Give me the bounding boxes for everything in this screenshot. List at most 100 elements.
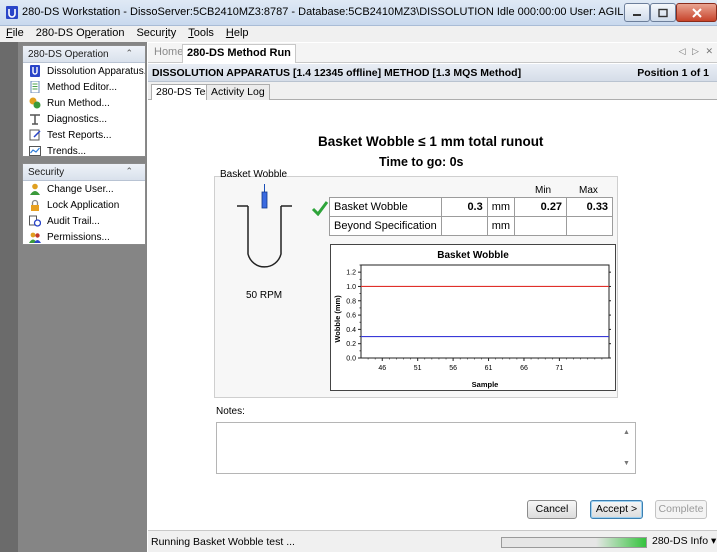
method-header-text: DISSOLUTION APPARATUS [1.4 12345 offline… [152,67,522,79]
audit-trail-icon [29,215,41,227]
row-max [566,216,614,236]
y-tick-label: 0.0 [346,356,356,363]
y-tick-label: 0.4 [346,327,356,334]
run-method-icon [29,97,41,109]
tab-home[interactable]: Home [154,46,183,58]
x-tick-label: 51 [414,365,422,372]
security-panel-header[interactable]: Security ⌃ [23,164,145,181]
sidebar-item-diagnostics[interactable]: Diagnostics... [23,111,145,127]
max-header: Max [579,185,598,196]
row-min [514,216,568,236]
x-tick-label: 56 [449,365,457,372]
position-indicator: Position 1 of 1 [637,67,709,79]
security-panel: Security ⌃ Change User... Lock Applicati… [22,163,146,245]
sidebar-item-permissions[interactable]: Permissions... [23,229,145,245]
scroll-down-icon[interactable]: ▼ [623,460,630,467]
window-title: 280-DS Workstation - DissoServer:5CB2410… [22,6,701,18]
menu-file[interactable]: File [0,26,30,42]
permissions-icon [29,232,41,243]
chart-xlabel: Sample [472,380,499,389]
table-row: Basket Wobble 0.3 mm 0.27 0.33 [329,197,614,217]
minimize-button[interactable] [624,3,650,22]
group-label: Basket Wobble [220,169,288,180]
sidebar-item-dissolution-apparatus[interactable]: Dissolution Apparatus... [23,63,145,79]
notes-textarea[interactable] [216,422,636,474]
user-icon [30,183,40,195]
apparatus-icon [30,65,40,77]
tab-activity-log[interactable]: Activity Log [206,84,270,100]
close-button[interactable] [676,3,717,22]
sidebar-item-method-editor[interactable]: Method Editor... [23,79,145,95]
chart-ylabel: Wobble (mm) [333,295,342,343]
row-min: 0.27 [514,197,568,217]
basket-wobble-chart: Basket Wobble Sample Wobble (mm) 0.0 0.2 0… [333,250,611,389]
basket-shaft-icon [261,184,268,209]
y-tick-label: 1.2 [346,270,356,277]
y-tick-label: 1.0 [346,284,356,291]
table-row: Beyond Specification mm [329,216,614,236]
scroll-up-icon[interactable]: ▲ [623,429,630,436]
close-icon [691,7,702,18]
row-unit: mm [486,197,516,217]
chart-title: Basket Wobble [437,250,509,261]
info-dropdown[interactable]: 280-DS Info ▾ [652,535,716,547]
window-title-bar[interactable]: 280-DS Workstation - DissoServer:5CB2410… [0,0,717,26]
tab-method-run[interactable]: 280-DS Method Run [182,44,296,63]
status-bar: Running Basket Wobble test ... 280-DS In… [148,530,717,552]
menu-operation[interactable]: 280-DS Operation [30,26,131,42]
x-tick-label: 46 [378,365,386,372]
notes-scrollbar[interactable]: ▲ ▼ [619,423,635,473]
complete-button[interactable]: Complete [655,500,707,519]
progress-fill [595,538,646,547]
method-header: DISSOLUTION APPARATUS [1.4 12345 offline… [148,64,717,82]
lock-icon [31,199,39,211]
document-tab-strip: Home 280-DS Method Run ◁ ▷ ✕ [148,43,717,63]
operation-panel: 280-DS Operation ⌃ Dissolution Apparatus… [22,45,146,157]
row-label: Basket Wobble [329,197,442,217]
chart-panel: Basket Wobble Sample Wobble (mm) 0.0 0.2 0… [330,244,616,391]
maximize-button[interactable] [650,3,676,22]
row-value [440,216,488,236]
sidebar-item-audit-trail[interactable]: Audit Trail... [23,213,145,229]
test-content: Basket Wobble ≤ 1 mm total runout Time t… [148,100,717,530]
time-to-go: Time to go: 0s [379,155,464,169]
accept-button[interactable]: Accept > [590,500,643,519]
checkmark-icon [311,201,329,216]
collapse-icon[interactable]: ⌃ [125,48,133,59]
operation-panel-header[interactable]: 280-DS Operation ⌃ [23,46,145,63]
y-tick-label: 0.2 [346,341,356,348]
trends-icon [29,146,41,156]
y-tick-label: 0.6 [346,313,356,320]
vessel-diagram [237,184,292,268]
sub-tab-strip: 280-DS Test Activity Log [148,82,717,101]
sidebar-item-change-user[interactable]: Change User... [23,181,145,197]
sidebar-item-run-method[interactable]: Run Method... [23,95,145,111]
x-tick-label: 61 [485,365,493,372]
notes-label: Notes: [216,406,245,417]
row-max: 0.33 [566,197,614,217]
minimize-icon [633,13,641,16]
menu-bar: File 280-DS Operation Security Tools Hel… [0,26,717,42]
row-label: Beyond Specification [329,216,442,236]
y-tick-label: 0.8 [346,298,356,305]
method-editor-icon [30,81,40,93]
tab-nav-icons[interactable]: ◁ ▷ ✕ [679,46,715,57]
maximize-icon [658,8,668,17]
sidebar-item-lock-application[interactable]: Lock Application [23,197,145,213]
sidebar-item-trends[interactable]: Trends... [23,143,145,159]
sidebar-item-test-reports[interactable]: Test Reports... [23,127,145,143]
cancel-button[interactable]: Cancel [527,500,577,519]
menu-help[interactable]: Help [220,26,255,42]
x-tick-label: 71 [556,365,564,372]
x-tick-label: 66 [520,365,528,372]
menu-tools[interactable]: Tools [182,26,220,42]
row-value: 0.3 [440,197,488,217]
row-unit: mm [486,216,516,236]
menu-security[interactable]: Security [130,26,182,42]
min-header: Min [535,185,552,196]
status-text: Running Basket Wobble test ... [151,536,295,548]
test-title: Basket Wobble ≤ 1 mm total runout [318,134,544,149]
results-table: Basket Wobble 0.3 mm 0.27 0.33 Beyond Sp… [329,197,614,236]
diagnostics-icon [30,114,40,125]
collapse-icon[interactable]: ⌃ [125,166,133,177]
